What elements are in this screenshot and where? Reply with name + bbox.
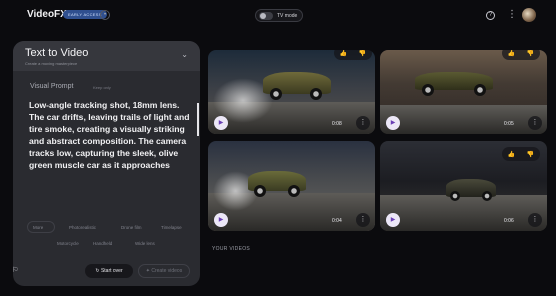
play-button[interactable]: ▶ bbox=[214, 213, 228, 227]
wheel bbox=[422, 84, 434, 96]
panel-subtitle: Create a moving masterpiece bbox=[25, 61, 78, 66]
chip-wide-lens[interactable]: Wide lens bbox=[135, 241, 155, 246]
more-vertical-icon[interactable]: ⋮ bbox=[528, 213, 542, 227]
help-icon[interactable]: ? bbox=[486, 11, 495, 20]
play-button[interactable]: ▶ bbox=[386, 116, 400, 130]
thumbs-down-icon[interactable]: 👎 bbox=[527, 50, 534, 57]
prompt-textarea[interactable]: Low-angle tracking shot, 18mm lens. The … bbox=[29, 99, 193, 171]
text-cursor bbox=[197, 103, 199, 136]
tv-mode-label: TV mode bbox=[277, 12, 298, 19]
video-card[interactable]: 👍 👎 ▶ 0:05 ⋮ bbox=[380, 50, 547, 134]
rating-controls: 👍 👎 bbox=[334, 50, 372, 60]
road bbox=[380, 195, 547, 231]
panel-title: Text to Video bbox=[25, 47, 89, 59]
your-videos-heading: YOUR VIDEOS bbox=[212, 246, 251, 252]
create-videos-button[interactable]: ✦ Create videos bbox=[138, 264, 190, 278]
video-duration: 0:08 bbox=[332, 121, 342, 127]
video-card[interactable]: ▶ 0:04 ⋮ bbox=[208, 141, 375, 231]
more-vertical-icon[interactable]: ⋮ bbox=[356, 213, 370, 227]
wheel bbox=[450, 191, 460, 201]
rating-controls: 👍 👎 bbox=[502, 147, 540, 161]
top-bar: VideoFX EARLY ACCESS • TV mode ? ⋮ bbox=[0, 0, 556, 30]
prompt-panel: Text to Video Create a moving masterpiec… bbox=[13, 41, 200, 286]
prompt-tag: Keep only bbox=[93, 85, 111, 90]
wheel bbox=[310, 88, 322, 100]
app-title[interactable]: VideoFX bbox=[27, 9, 67, 20]
video-card[interactable]: 👍 👎 ▶ 0:06 ⋮ bbox=[380, 141, 547, 231]
chip-motorcycle[interactable]: Motorcycle bbox=[57, 241, 79, 246]
thumbs-down-icon[interactable]: 👎 bbox=[527, 151, 534, 158]
avatar[interactable] bbox=[522, 8, 536, 22]
rating-controls: 👍 👎 bbox=[502, 50, 540, 60]
thumbs-up-icon[interactable]: 👍 bbox=[508, 151, 515, 158]
toggle-switch-icon[interactable] bbox=[259, 11, 273, 20]
video-duration: 0:06 bbox=[504, 218, 514, 224]
wheel bbox=[270, 88, 282, 100]
thumbs-up-icon[interactable]: 👍 bbox=[508, 50, 515, 57]
start-over-label: Start over bbox=[100, 268, 123, 274]
wheel bbox=[288, 185, 300, 197]
more-vertical-icon[interactable]: ⋮ bbox=[528, 116, 542, 130]
chip-label: More bbox=[33, 225, 44, 230]
thumbs-down-icon[interactable]: 👎 bbox=[359, 50, 366, 57]
info-icon[interactable]: • bbox=[100, 10, 110, 20]
video-duration: 0:04 bbox=[332, 218, 342, 224]
panel-header[interactable]: Text to Video Create a moving masterpiec… bbox=[13, 41, 200, 71]
wheel bbox=[482, 191, 492, 201]
tv-mode-toggle[interactable]: TV mode bbox=[255, 9, 303, 22]
more-vertical-icon[interactable]: ⋮ bbox=[507, 9, 517, 21]
start-over-button[interactable]: ↻ Start over bbox=[85, 264, 133, 278]
play-button[interactable]: ▶ bbox=[214, 116, 228, 130]
wheel bbox=[474, 84, 486, 96]
chip-handheld[interactable]: Handheld bbox=[93, 241, 112, 246]
chip-photorealistic[interactable]: Photorealistic bbox=[69, 225, 96, 230]
visual-prompt-label: Visual Prompt bbox=[30, 83, 74, 90]
video-duration: 0:05 bbox=[504, 121, 514, 127]
chip-timelapse[interactable]: Timelapse bbox=[161, 225, 182, 230]
road bbox=[380, 104, 547, 134]
create-videos-label: Create videos bbox=[151, 268, 183, 274]
chevron-down-icon[interactable]: ⌄ bbox=[181, 50, 188, 59]
flag-icon[interactable]: ⚐ bbox=[12, 266, 18, 274]
play-button[interactable]: ▶ bbox=[386, 213, 400, 227]
more-vertical-icon[interactable]: ⋮ bbox=[356, 116, 370, 130]
thumbs-up-icon[interactable]: 👍 bbox=[340, 50, 347, 57]
wheel bbox=[254, 185, 266, 197]
video-card[interactable]: 👍 👎 ▶ 0:08 ⋮ bbox=[208, 50, 375, 134]
chip-drone-film[interactable]: Drone film bbox=[121, 225, 142, 230]
